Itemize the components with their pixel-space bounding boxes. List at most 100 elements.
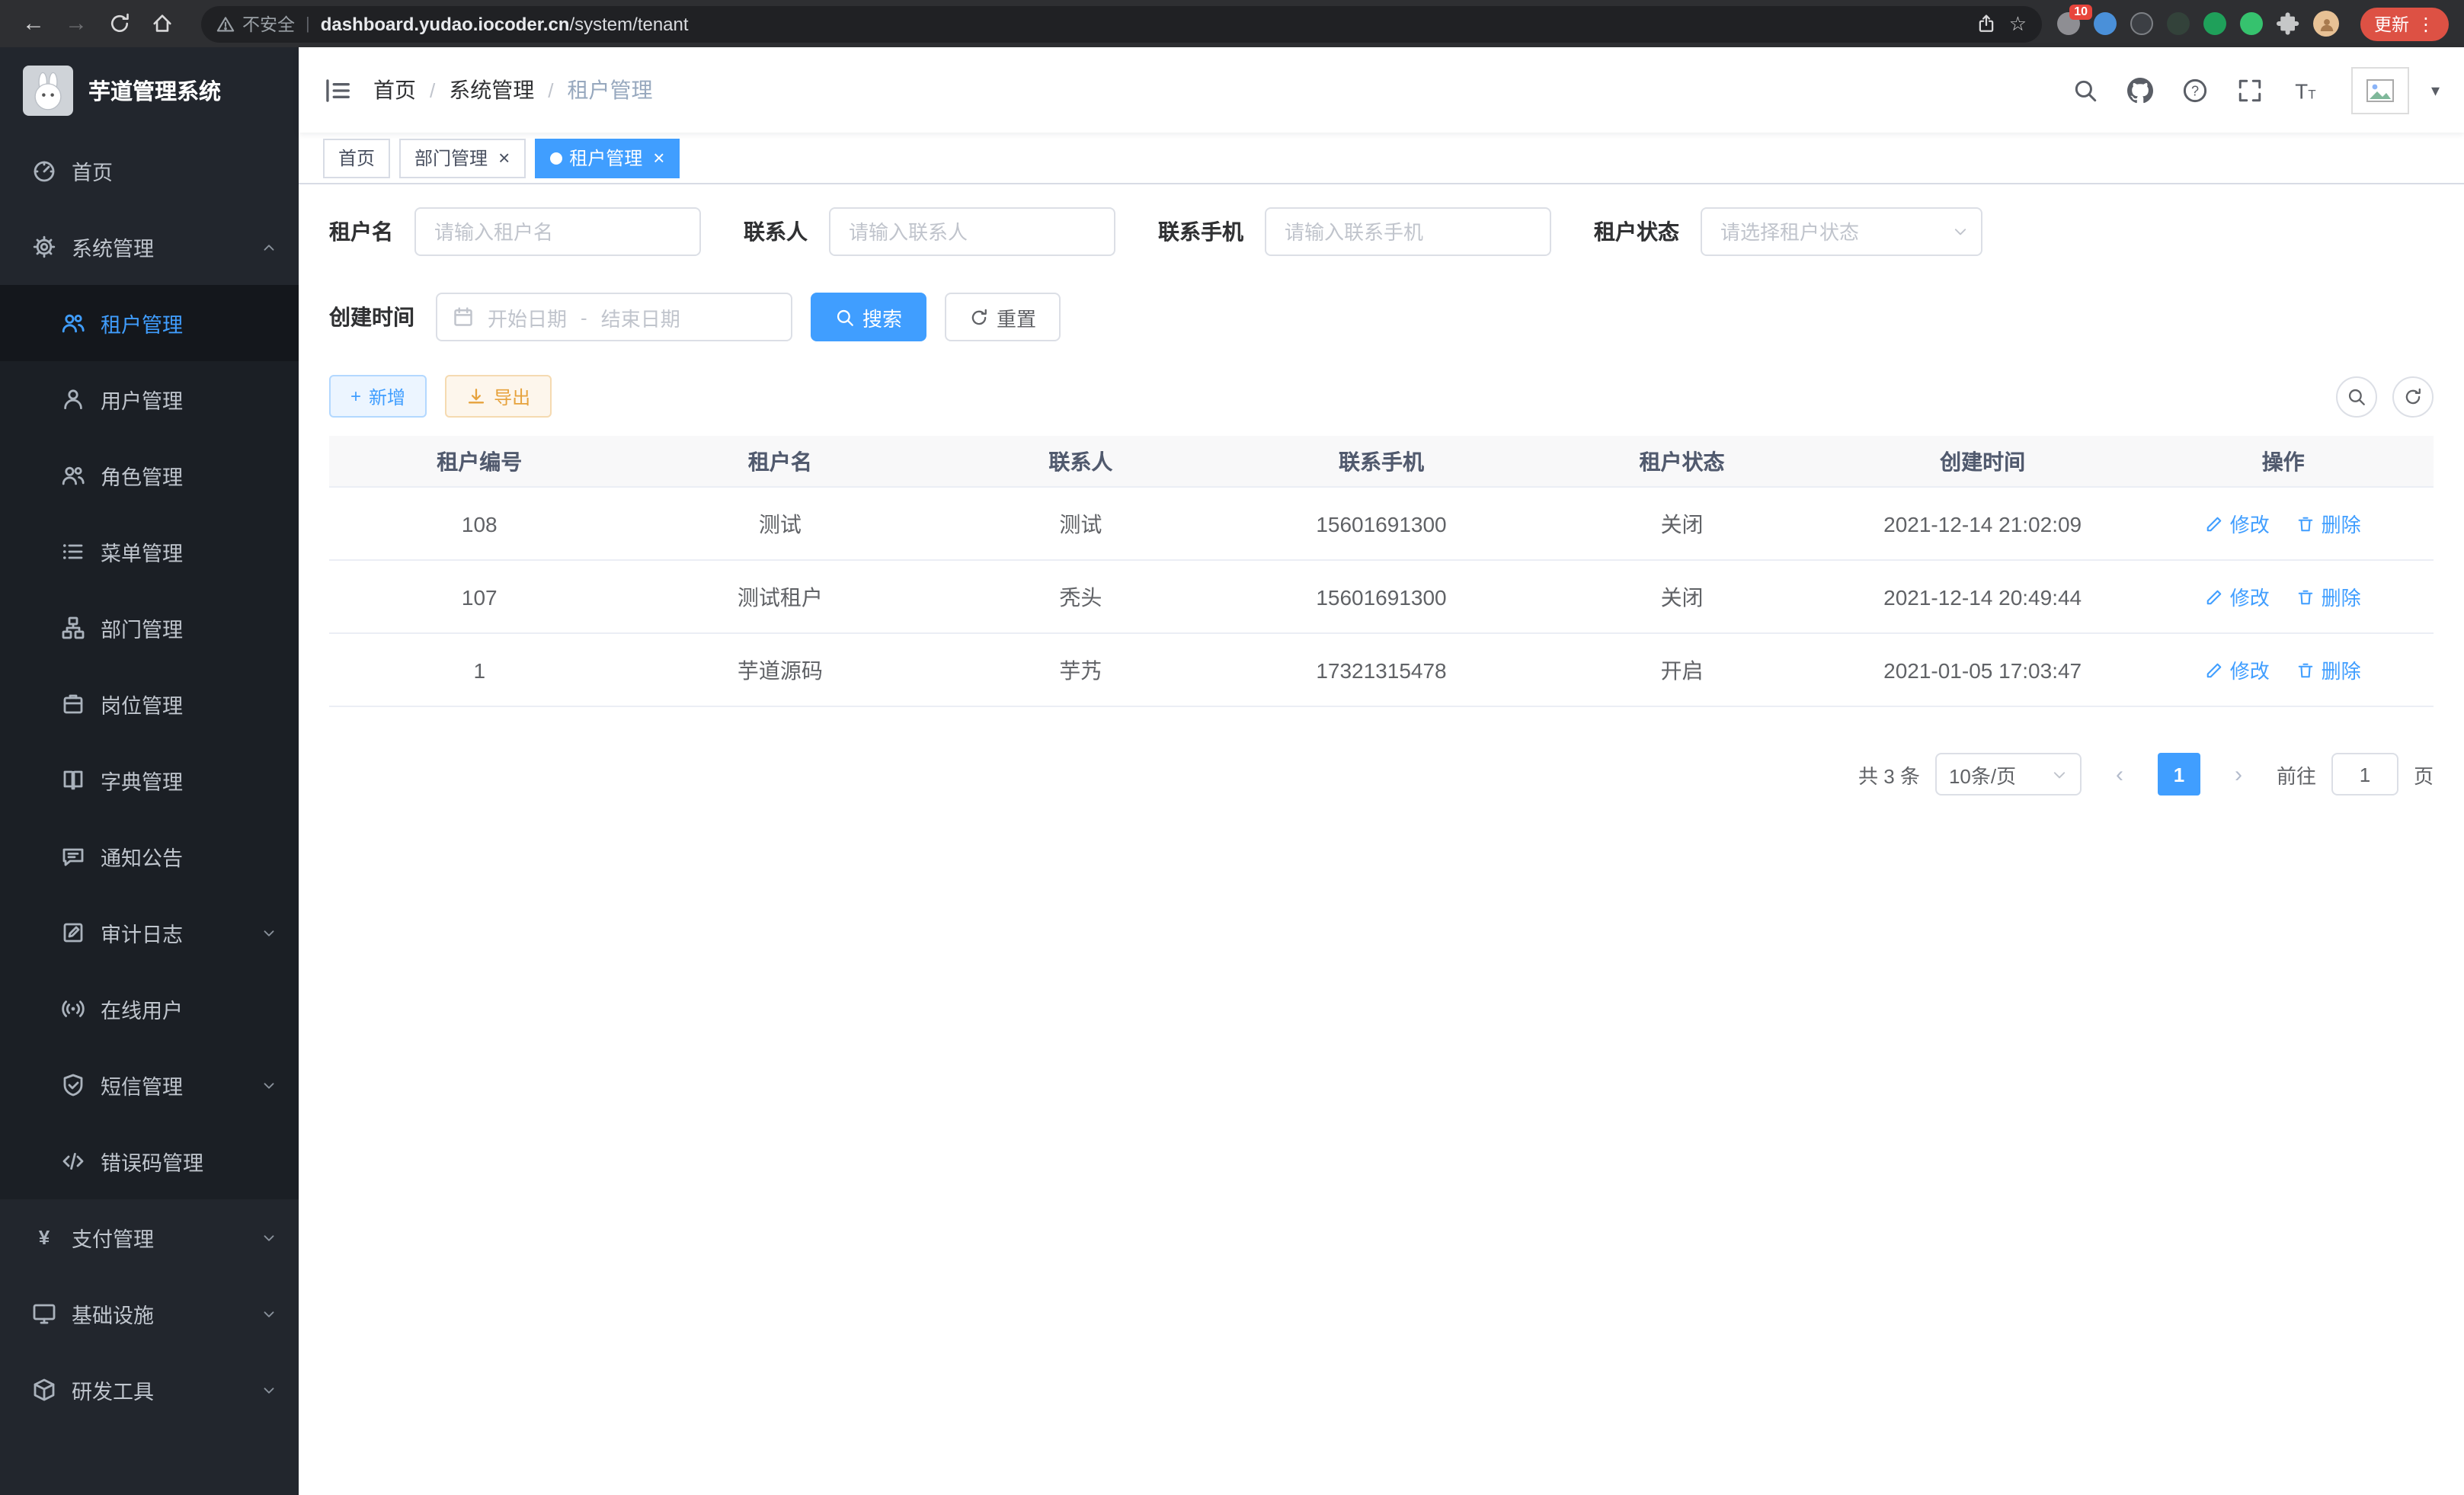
browser-menu-dots-icon[interactable]: ⋮ <box>2417 13 2435 34</box>
delete-label: 删除 <box>2322 509 2361 538</box>
status-select[interactable] <box>1701 207 1982 256</box>
sidebar-fold-icon[interactable] <box>323 75 352 104</box>
forward-icon[interactable]: → <box>58 5 94 42</box>
col-header-name: 租户名 <box>630 446 931 476</box>
delete-label: 删除 <box>2322 655 2361 684</box>
page-number-button[interactable]: 1 <box>2158 753 2200 796</box>
calendar-icon <box>453 306 474 328</box>
phone-input[interactable] <box>1265 207 1551 256</box>
font-size-icon[interactable]: TT <box>2288 73 2322 107</box>
reload-icon[interactable] <box>101 5 137 42</box>
extension-icon-green[interactable] <box>2203 12 2226 35</box>
sidebar-item-infra[interactable]: 基础设施 <box>0 1276 299 1352</box>
header-search-icon[interactable] <box>2069 73 2102 107</box>
sidebar-item-audit[interactable]: 审计日志 <box>0 895 299 971</box>
cell-created: 2021-12-14 21:02:09 <box>1832 511 2133 536</box>
browser-profile-avatar[interactable] <box>2313 11 2339 37</box>
cell-contact: 秃头 <box>930 581 1231 612</box>
devtool-icon <box>32 1378 56 1402</box>
sidebar-item-role[interactable]: 角色管理 <box>0 437 299 514</box>
app-logo[interactable]: 芋道管理系统 <box>0 47 299 133</box>
extension-icon-bright-green[interactable] <box>2240 12 2263 35</box>
status-select-input[interactable] <box>1701 207 1982 256</box>
extension-icon-dark-ring[interactable] <box>2130 12 2153 35</box>
col-header-actions: 操作 <box>2133 446 2434 476</box>
sidebar-item-errorcode[interactable]: 错误码管理 <box>0 1123 299 1199</box>
contact-input[interactable] <box>829 207 1115 256</box>
sidebar-item-system[interactable]: 系统管理 <box>0 209 299 285</box>
contact-label: 联系人 <box>744 216 808 247</box>
tenant-table: 租户编号 租户名 联系人 联系手机 租户状态 创建时间 操作 108 测试 测试… <box>329 436 2434 707</box>
bookmark-star-icon[interactable]: ☆ <box>2009 11 2027 36</box>
pagination-total: 共 3 条 <box>1858 760 1920 789</box>
fullscreen-icon[interactable] <box>2233 73 2267 107</box>
avatar-caret-down-icon[interactable]: ▾ <box>2431 80 2440 100</box>
tab-dept[interactable]: 部门管理 × <box>399 138 525 178</box>
back-icon[interactable]: ← <box>15 5 52 42</box>
sidebar-item-menu[interactable]: 菜单管理 <box>0 514 299 590</box>
svg-text:T: T <box>2295 79 2308 103</box>
sidebar-item-tenant[interactable]: 租户管理 <box>0 285 299 361</box>
refresh-icon[interactable] <box>2392 376 2434 417</box>
sidebar-item-home[interactable]: 首页 <box>0 133 299 209</box>
close-icon[interactable]: × <box>498 148 510 168</box>
sidebar-item-devtool[interactable]: 研发工具 <box>0 1352 299 1428</box>
sidebar-item-dict[interactable]: 字典管理 <box>0 742 299 818</box>
sidebar-item-dept[interactable]: 部门管理 <box>0 590 299 666</box>
edit-button[interactable]: 修改 <box>2206 655 2270 684</box>
sidebar-item-notice[interactable]: 通知公告 <box>0 818 299 895</box>
next-page-icon[interactable]: › <box>2219 753 2258 796</box>
export-button[interactable]: 导出 <box>445 375 552 418</box>
tab-home[interactable]: 首页 <box>323 138 390 178</box>
gear-icon <box>32 235 56 259</box>
goto-page-input[interactable] <box>2331 753 2398 796</box>
url-bar[interactable]: 不安全 | dashboard.yudao.iocoder.cn /system… <box>201 5 2042 42</box>
browser-toolbar: ← → 不安全 | dashboard.yudao.iocoder.cn /sy… <box>0 0 2464 47</box>
breadcrumb-separator: / <box>430 78 435 101</box>
breadcrumb-current: 租户管理 <box>568 75 653 105</box>
edit-button[interactable]: 修改 <box>2206 509 2270 538</box>
extensions-puzzle-icon[interactable] <box>2277 12 2299 35</box>
close-icon[interactable]: × <box>653 148 664 168</box>
home-icon[interactable] <box>143 5 180 42</box>
share-icon[interactable] <box>1977 14 1997 34</box>
online-icon <box>61 997 85 1021</box>
sidebar-item-pay[interactable]: ¥ 支付管理 <box>0 1199 299 1276</box>
user-avatar[interactable] <box>2352 66 2410 114</box>
delete-label: 删除 <box>2322 582 2361 611</box>
delete-button[interactable]: 删除 <box>2297 509 2361 538</box>
cell-name: 芋道源码 <box>630 655 931 685</box>
sidebar-item-sms[interactable]: 短信管理 <box>0 1047 299 1123</box>
update-label: 更新 <box>2374 11 2409 36</box>
github-icon[interactable] <box>2123 73 2157 107</box>
reset-button[interactable]: 重置 <box>945 293 1061 341</box>
role-icon <box>61 463 85 488</box>
extension-icon-blue[interactable] <box>2094 12 2117 35</box>
topbar: 首页 / 系统管理 / 租户管理 ? <box>299 47 2464 133</box>
tenant-name-input[interactable] <box>414 207 701 256</box>
add-button[interactable]: + 新增 <box>329 375 427 418</box>
filter-status: 租户状态 <box>1594 207 1982 256</box>
delete-button[interactable]: 删除 <box>2297 655 2361 684</box>
edit-button[interactable]: 修改 <box>2206 582 2270 611</box>
col-header-status: 租户状态 <box>1531 446 1832 476</box>
breadcrumb-home[interactable]: 首页 <box>373 75 416 105</box>
sidebar-item-post[interactable]: 岗位管理 <box>0 666 299 742</box>
browser-update-button[interactable]: 更新 ⋮ <box>2360 7 2449 40</box>
search-button[interactable]: 搜索 <box>811 293 926 341</box>
page-size-select[interactable]: 10条/页 <box>1935 753 2082 796</box>
sidebar-item-user[interactable]: 用户管理 <box>0 361 299 437</box>
dashboard-icon <box>32 158 56 183</box>
cell-status: 开启 <box>1531 655 1832 685</box>
sidebar-item-online[interactable]: 在线用户 <box>0 971 299 1047</box>
cell-status: 关闭 <box>1531 508 1832 539</box>
date-range-picker[interactable]: 开始日期 - 结束日期 <box>436 293 792 341</box>
delete-button[interactable]: 删除 <box>2297 582 2361 611</box>
prev-page-icon[interactable]: ‹ <box>2100 753 2139 796</box>
help-icon[interactable]: ? <box>2178 73 2212 107</box>
tab-tenant[interactable]: 租户管理 × <box>534 138 680 178</box>
extension-icon-adblock[interactable]: 10 <box>2057 12 2080 35</box>
extension-icon-dark[interactable] <box>2167 12 2190 35</box>
toggle-search-icon[interactable] <box>2336 376 2377 417</box>
breadcrumb-system[interactable]: 系统管理 <box>449 75 534 105</box>
